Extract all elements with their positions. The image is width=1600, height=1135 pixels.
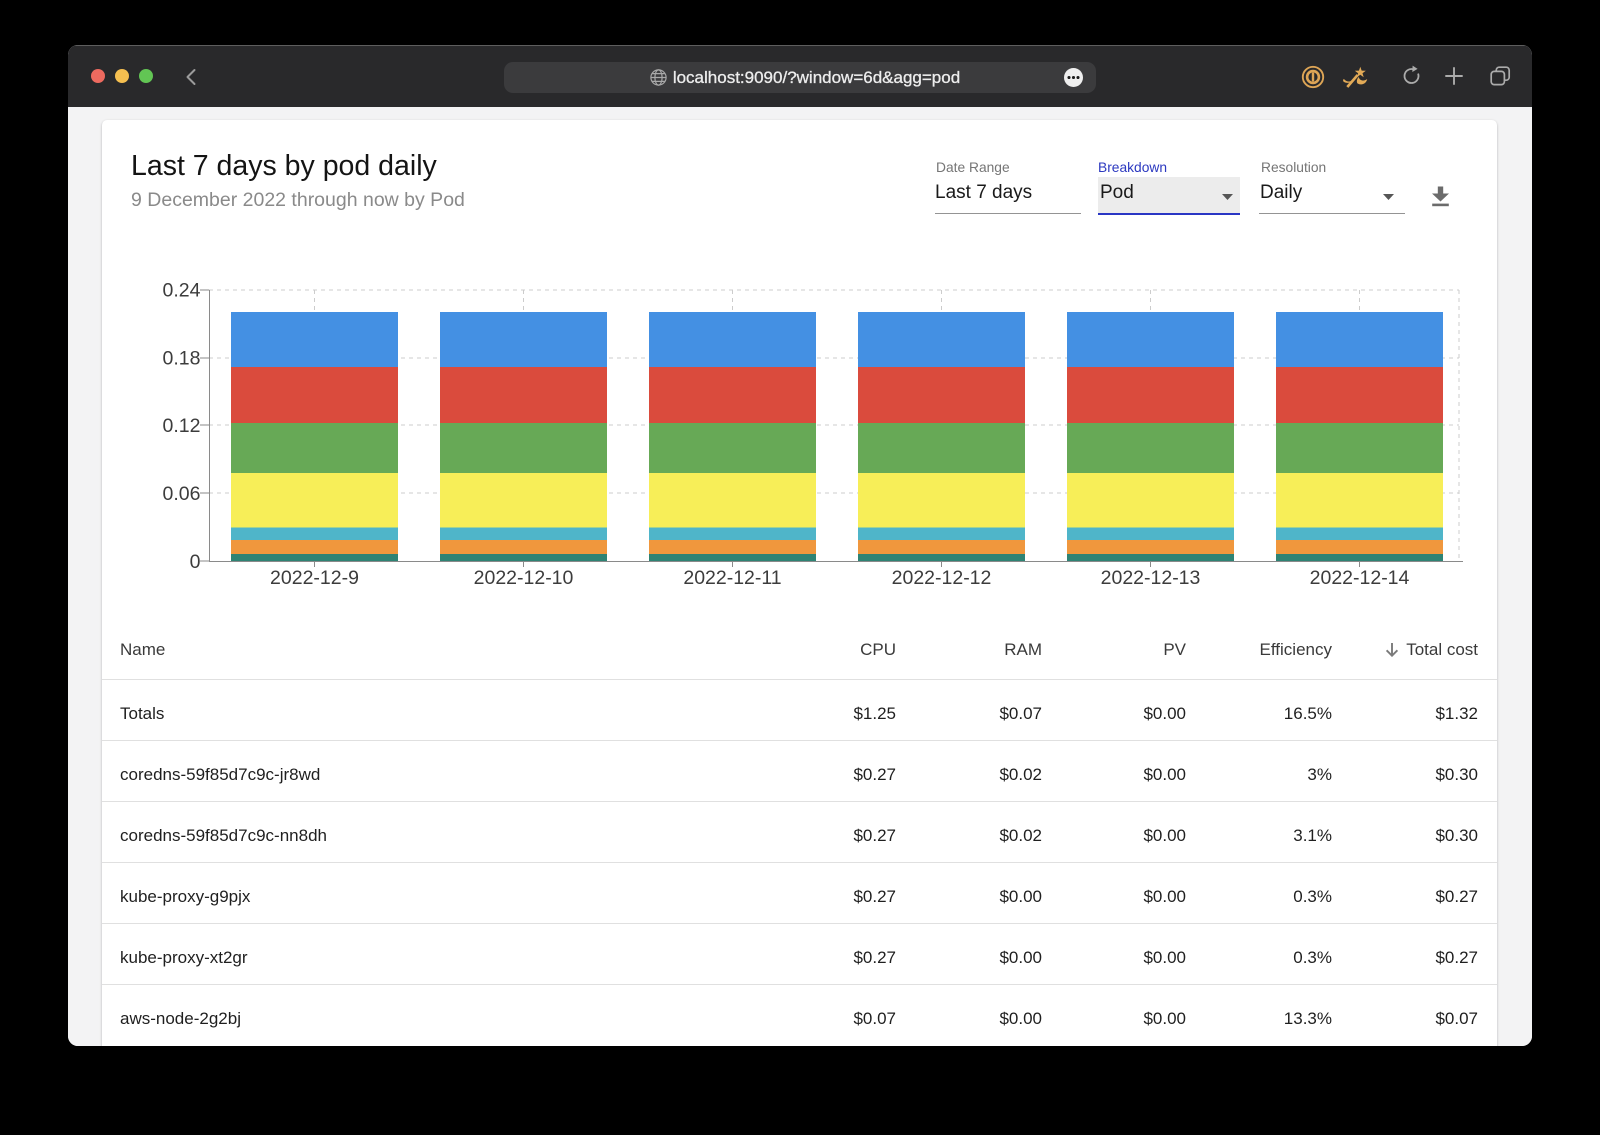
svg-text:0: 0 (190, 551, 201, 573)
svg-text:2022-12-12: 2022-12-12 (892, 567, 992, 589)
svg-text:2022-12-11: 2022-12-11 (683, 567, 781, 589)
svg-text:2022-12-13: 2022-12-13 (1101, 567, 1201, 589)
svg-text:0.18: 0.18 (163, 348, 201, 370)
svg-text:0.06: 0.06 (163, 483, 201, 505)
svg-text:0.12: 0.12 (163, 415, 201, 437)
svg-text:2022-12-10: 2022-12-10 (474, 567, 574, 589)
svg-text:0.24: 0.24 (163, 280, 201, 302)
svg-text:2022-12-14: 2022-12-14 (1310, 567, 1410, 589)
svg-text:2022-12-9: 2022-12-9 (270, 567, 359, 589)
